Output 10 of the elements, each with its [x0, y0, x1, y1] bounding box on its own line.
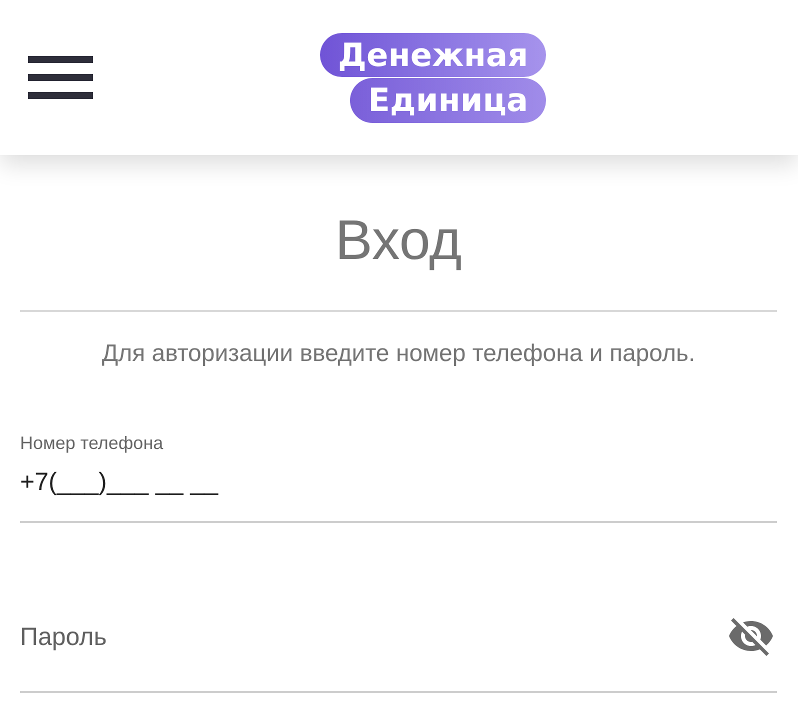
phone-input[interactable]: +7(___)___ __ __: [20, 467, 777, 498]
logo-word[interactable]: Единица: [350, 78, 546, 122]
password-field[interactable]: Пароль: [20, 615, 777, 694]
page-title: Вход: [334, 207, 463, 273]
menu-icon[interactable]: [28, 56, 93, 99]
field-label: Пароль: [20, 622, 107, 652]
field-label: Номер телефона: [20, 432, 164, 454]
eye-slash-icon[interactable]: [729, 618, 773, 656]
logo-word[interactable]: Денежная: [320, 32, 546, 76]
instructions-text: Для авторизации введите номер телефона и пароль.: [100, 339, 696, 368]
